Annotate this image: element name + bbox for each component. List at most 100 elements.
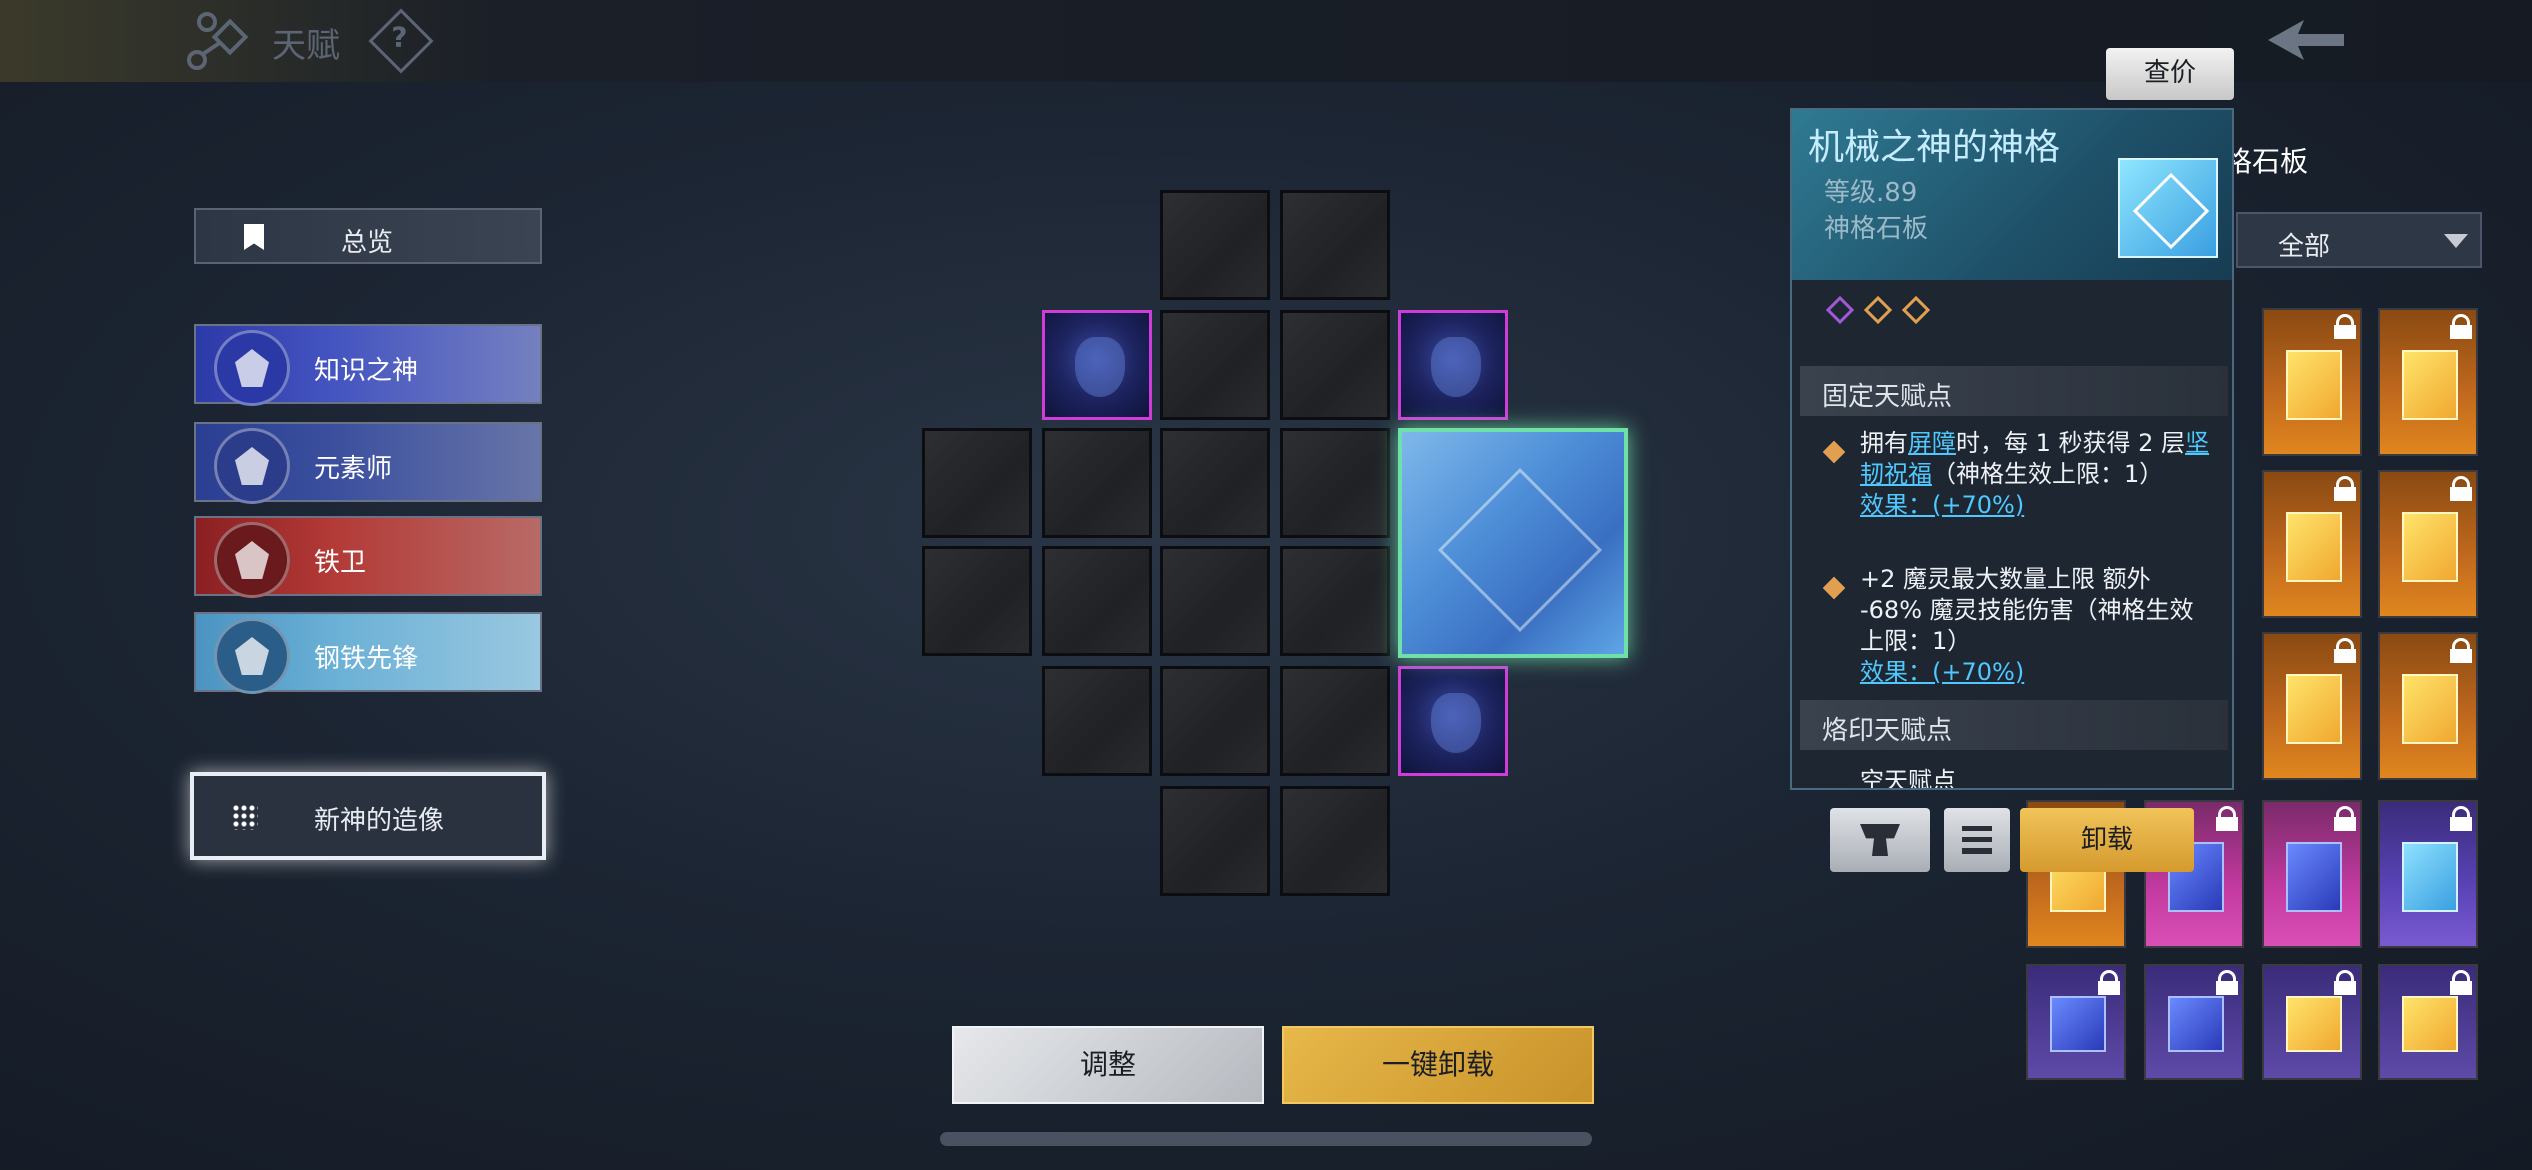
god-item-knowledge[interactable]: 知识之神 (194, 324, 542, 406)
back-arrow-icon[interactable] (2268, 20, 2344, 60)
grid-cell[interactable] (1160, 428, 1270, 538)
unload-button[interactable]: 卸载 (2020, 808, 2194, 872)
filter-value: 全部 (2278, 232, 2331, 262)
fixed-talent-section: 固定天赋点 (1800, 366, 2228, 416)
grid-cell[interactable] (1042, 666, 1152, 776)
forge-button[interactable] (1830, 808, 1930, 872)
grid-cell[interactable] (1280, 546, 1390, 656)
list-menu-button[interactable] (1944, 808, 2010, 872)
horizontal-scrollbar[interactable] (940, 1132, 1592, 1146)
overview-button[interactable]: 总览 (194, 208, 542, 264)
slate-tile[interactable] (2026, 964, 2126, 1080)
purple-diamond-icon (1825, 295, 1855, 325)
gold-diamond-icon (1901, 295, 1931, 325)
talent-text-2: +2 魔灵最大数量上限 额外 -68% 魔灵技能伤害（神格生效上限：1） 效果：… (1860, 564, 2216, 688)
section-title: 烙印天赋点 (1822, 716, 1953, 746)
slate-tile[interactable] (2378, 632, 2478, 780)
grid-cell[interactable] (1160, 666, 1270, 776)
check-price-button[interactable]: 查价 (2106, 48, 2234, 100)
slate-tile[interactable] (2262, 800, 2362, 948)
slate-type: 神格石板 (1824, 214, 1929, 244)
lock-icon (2450, 638, 2472, 663)
slate-detail-card: 机械之神的神格 等级.89 神格石板 固定天赋点 拥有屏障时，每 1 秒获得 2… (1790, 108, 2234, 790)
lock-icon (2216, 970, 2238, 995)
grid-cell[interactable] (1160, 546, 1270, 656)
slate-tile[interactable] (2262, 964, 2362, 1080)
grid-cell[interactable] (922, 428, 1032, 538)
grid-cell[interactable] (1280, 786, 1390, 896)
effect-value: 效果：(+70%) (1860, 658, 2025, 686)
lock-icon (2216, 806, 2238, 831)
talent-text: 时，每 1 秒获得 2 层 (1956, 429, 2186, 457)
slate-tile[interactable] (2378, 964, 2478, 1080)
brand-talent-text: 空天赋点 (1860, 767, 1956, 790)
slate-tile[interactable] (2262, 632, 2362, 780)
god-item-ironguard[interactable]: 铁卫 (194, 516, 542, 598)
grid-cell[interactable] (1280, 310, 1390, 420)
slate-art (2402, 512, 2458, 582)
equipped-slate-purple[interactable] (1398, 666, 1508, 776)
slate-tile[interactable] (2262, 308, 2362, 456)
filter-dropdown[interactable]: 全部 (2236, 212, 2482, 268)
grid-cell[interactable] (1280, 428, 1390, 538)
lock-icon (2334, 970, 2356, 995)
slate-tile[interactable] (2262, 470, 2362, 618)
grid-cell[interactable] (1042, 428, 1152, 538)
statue-label: 新神的造像 (314, 806, 445, 836)
lock-icon (2098, 970, 2120, 995)
slate-art (2286, 996, 2342, 1052)
grid-cell[interactable] (1280, 190, 1390, 300)
adjust-button[interactable]: 调整 (952, 1026, 1264, 1104)
slate-art (2286, 350, 2342, 420)
grid-cell[interactable] (1160, 310, 1270, 420)
page-title: 天赋 (272, 26, 340, 66)
help-button[interactable]: ? (368, 8, 434, 74)
gold-diamond-icon (1863, 295, 1893, 325)
bookmark-icon (244, 224, 264, 250)
slate-tile[interactable] (2378, 800, 2478, 948)
section-title: 固定天赋点 (1822, 382, 1953, 412)
equipped-slate-purple[interactable] (1042, 310, 1152, 420)
slate-tile[interactable] (2144, 964, 2244, 1080)
lock-icon (2450, 314, 2472, 339)
god-label: 元素师 (314, 454, 393, 484)
slate-art (2050, 996, 2106, 1052)
grid-cell[interactable] (1042, 546, 1152, 656)
lock-icon (2450, 806, 2472, 831)
slate-heading: 格石板 (2224, 145, 2309, 178)
slate-tile[interactable] (2378, 470, 2478, 618)
talent-text-1: 拥有屏障时，每 1 秒获得 2 层坚韧祝福（神格生效上限：1） 效果：(+70%… (1860, 428, 2216, 521)
effect-value: 效果：(+70%) (1860, 491, 2025, 519)
talent-text: +2 魔灵最大数量上限 额外 -68% 魔灵技能伤害（神格生效上限：1） (1860, 565, 2194, 655)
lock-icon (2334, 476, 2356, 501)
slate-art (2286, 842, 2342, 912)
lock-icon (2334, 638, 2356, 663)
menu-icon (1962, 826, 1992, 854)
unload-all-button[interactable]: 一键卸载 (1282, 1026, 1594, 1104)
slate-name: 机械之神的神格 (1808, 127, 2061, 168)
help-icon: ? (391, 20, 408, 54)
god-item-elementalist[interactable]: 元素师 (194, 422, 542, 504)
knowledge-god-emblem-icon (214, 330, 290, 406)
god-label: 钢铁先锋 (314, 644, 419, 674)
overview-label: 总览 (341, 228, 394, 258)
god-label: 铁卫 (314, 548, 367, 578)
grid-cell[interactable] (1160, 190, 1270, 300)
grid-cell[interactable] (922, 546, 1032, 656)
lock-icon (2450, 476, 2472, 501)
slate-preview-icon (2118, 158, 2218, 258)
anvil-icon (1860, 824, 1900, 856)
talent-bullet-icon (1822, 576, 1846, 600)
god-item-steel-vanguard[interactable]: 钢铁先锋 (194, 612, 542, 694)
talent-bullet-icon (1822, 440, 1846, 464)
elementalist-emblem-icon (214, 428, 290, 504)
slate-level: 等级.89 (1824, 178, 1918, 208)
selected-divinity-slate[interactable] (1398, 428, 1628, 658)
grid-cell[interactable] (1160, 786, 1270, 896)
new-god-statue-button[interactable]: 新神的造像 (190, 772, 546, 860)
ironguard-emblem-icon (214, 522, 290, 598)
keyword-link[interactable]: 屏障 (1908, 429, 1956, 457)
equipped-slate-purple[interactable] (1398, 310, 1508, 420)
grid-cell[interactable] (1280, 666, 1390, 776)
slate-tile[interactable] (2378, 308, 2478, 456)
